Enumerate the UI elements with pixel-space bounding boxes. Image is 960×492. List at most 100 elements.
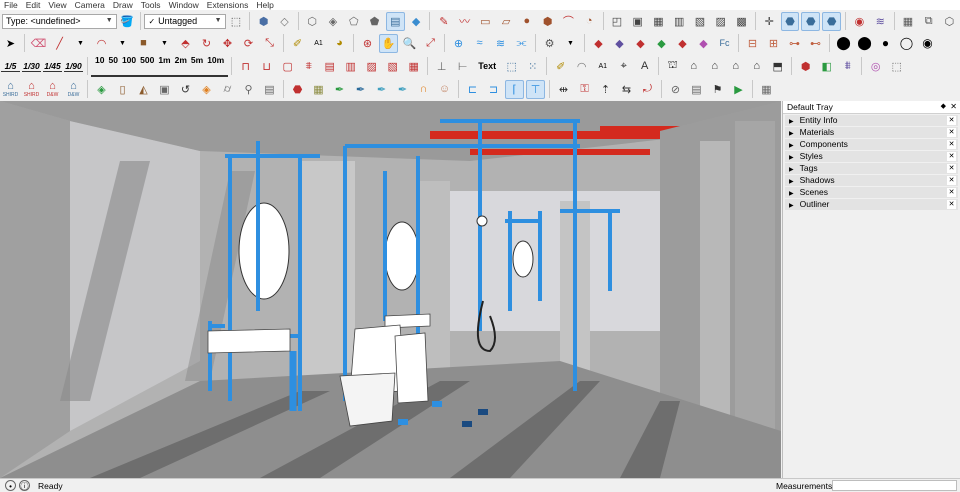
hatch-4-icon[interactable]: ▧ (383, 57, 402, 76)
bounding-box-icon[interactable]: ⬚ (502, 57, 521, 76)
close-icon[interactable]: ✕ (947, 164, 956, 173)
style-monochrome-icon[interactable]: ◆ (407, 12, 426, 31)
scale-1-90-button[interactable]: 1/90 (64, 61, 83, 72)
close-icon[interactable]: ✕ (947, 200, 956, 209)
section-plane-icon[interactable]: ⬣ (780, 11, 800, 31)
dimension-arrow-icon[interactable]: ⌖ (614, 57, 633, 76)
pipe-tool-3-icon[interactable]: ≋ (491, 34, 510, 53)
tag-dropdown[interactable]: ✓ Untagged ▼ (144, 13, 226, 29)
menu-window[interactable]: Window (165, 0, 203, 10)
pipe-tool-1-icon[interactable]: ⊕ (449, 34, 468, 53)
geo-location-icon[interactable]: • (5, 480, 16, 491)
cube-icon[interactable]: ⬡ (940, 12, 959, 31)
ruler-50[interactable]: 50 (108, 55, 117, 65)
axis-text-icon[interactable]: A1 (593, 57, 612, 76)
tape-measure-icon[interactable]: ✐ (288, 34, 307, 53)
shapes-icon[interactable]: ◧ (817, 57, 836, 76)
shirt-2-icon[interactable]: ⌂ SHIRD (22, 80, 41, 99)
zoom-extents-icon[interactable]: ⤢ (421, 34, 440, 53)
brush-1-icon[interactable]: ✒ (330, 80, 349, 99)
text-label-icon[interactable]: A1 (309, 34, 328, 53)
brush-3-icon[interactable]: ✒ (372, 80, 391, 99)
orbit-icon[interactable]: ⊛ (358, 34, 377, 53)
arc-icon[interactable]: ⌒ (559, 12, 578, 31)
close-icon[interactable]: ✕ (947, 176, 956, 185)
ruler-1m[interactable]: 1m (158, 55, 170, 65)
close-icon[interactable]: ✕ (947, 188, 956, 197)
style-xray-icon[interactable]: ⬡ (303, 12, 322, 31)
ruler-10m[interactable]: 10m (207, 55, 224, 65)
menu-tools[interactable]: Tools (137, 0, 165, 10)
flip-icon[interactable]: ⇆ (617, 80, 636, 99)
shirt-1-icon[interactable]: ⌂ SHIRD (1, 80, 20, 99)
chevron-down-icon[interactable]: ▼ (71, 34, 90, 53)
edit-tool-3-icon[interactable]: ⊶ (785, 34, 804, 53)
gear-icon[interactable]: ⚙ (540, 34, 559, 53)
pencil-icon[interactable]: ✎ (434, 12, 453, 31)
menu-view[interactable]: View (44, 0, 70, 10)
panel-icon[interactable]: ▢ (278, 57, 297, 76)
ruler-10[interactable]: 10 (95, 55, 104, 65)
tape-icon[interactable]: ✐ (551, 57, 570, 76)
component-1-icon[interactable]: ⬣ (288, 80, 307, 99)
pie-icon[interactable]: ◔ (580, 12, 599, 31)
solid-tool-4-icon[interactable]: ◆ (652, 34, 671, 53)
paint-bucket-icon[interactable]: 🪣 (118, 12, 137, 31)
move-icon[interactable]: ✥ (218, 34, 237, 53)
arc-draw-icon[interactable]: ◠ (92, 34, 111, 53)
3d-warehouse-icon[interactable]: ⬚ (887, 57, 906, 76)
paint-icon[interactable]: ◕ (330, 34, 349, 53)
report-icon[interactable]: ▤ (687, 80, 706, 99)
protractor-icon[interactable]: ◠ (572, 57, 591, 76)
menu-edit[interactable]: Edit (22, 0, 45, 10)
undo-circle-icon[interactable]: ↺ (176, 80, 195, 99)
layers-icon[interactable]: ⧉ (919, 12, 938, 31)
menu-help[interactable]: Help (252, 0, 277, 10)
3d-text-icon[interactable]: A (635, 57, 654, 76)
ruler-2m[interactable]: 2m (175, 55, 187, 65)
shape-icon[interactable]: ■ (134, 34, 153, 53)
cylinder-icon[interactable]: ⌭ (218, 80, 237, 99)
brush-2-icon[interactable]: ✒ (351, 80, 370, 99)
rotated-rect-icon[interactable]: ▱ (497, 12, 516, 31)
hatch-3-icon[interactable]: ▨ (362, 57, 381, 76)
menu-draw[interactable]: Draw (109, 0, 137, 10)
chevron-down-icon[interactable]: ▼ (113, 34, 132, 53)
style-textured-icon[interactable]: ▤ (385, 11, 405, 31)
scale-1-30-button[interactable]: 1/30 (22, 61, 41, 72)
model-info-icon[interactable]: ◉ (850, 12, 869, 31)
magnet-icon[interactable]: ∩ (414, 80, 433, 99)
close-icon[interactable]: ✕ (947, 116, 956, 125)
panel-shadows[interactable]: ▶ Shadows ✕ (785, 175, 958, 186)
push-pull-icon[interactable]: ⬘ (176, 34, 195, 53)
sandbox-icon[interactable]: ⩩ (838, 57, 857, 76)
dimension-icon[interactable]: ⊥ (432, 57, 451, 76)
close-icon[interactable]: ✕ (947, 128, 956, 137)
stair-icon[interactable]: ⩨ (299, 57, 318, 76)
entity-type-dropdown[interactable]: Type: <undefined> ▼ (2, 13, 117, 29)
building-3-icon[interactable]: ⌂ (747, 57, 766, 76)
eraser-icon[interactable]: ⌫ (29, 34, 48, 53)
roof-icon[interactable]: ◭ (134, 80, 153, 99)
colored-cube-icon[interactable]: ⬢ (796, 57, 815, 76)
line-icon[interactable]: ╱ (50, 34, 69, 53)
solid-tool-6-icon[interactable]: ◆ (694, 34, 713, 53)
edit-tool-4-icon[interactable]: ⊷ (806, 34, 825, 53)
rotate-axis-icon[interactable]: ⤾ (638, 80, 657, 99)
eye-icon[interactable]: ◉ (918, 34, 937, 53)
dw-2-icon[interactable]: ⌂ D&W (64, 80, 83, 99)
tag-settings-icon[interactable]: ⬚ (227, 12, 246, 31)
building-2-icon[interactable]: ⌂ (726, 57, 745, 76)
style-hidden-icon[interactable]: ⬠ (344, 12, 363, 31)
pipe-split-icon[interactable]: ⊐ (484, 80, 503, 99)
close-icon[interactable]: ✕ (950, 101, 957, 113)
section-cut-icon[interactable]: ⬣ (801, 11, 821, 31)
view-top-icon[interactable]: ◇ (275, 12, 294, 31)
speech-bubble-icon[interactable]: ● (876, 34, 895, 53)
outline-bubble-icon[interactable]: ◯ (897, 34, 916, 53)
scale-1-5-button[interactable]: 1/5 (1, 61, 20, 72)
view-iso-icon[interactable]: ⬢ (254, 12, 273, 31)
camera-top-icon[interactable]: ▦ (649, 12, 668, 31)
camera-back-icon[interactable]: ▨ (711, 12, 730, 31)
gift-icon[interactable]: ▤ (260, 80, 279, 99)
